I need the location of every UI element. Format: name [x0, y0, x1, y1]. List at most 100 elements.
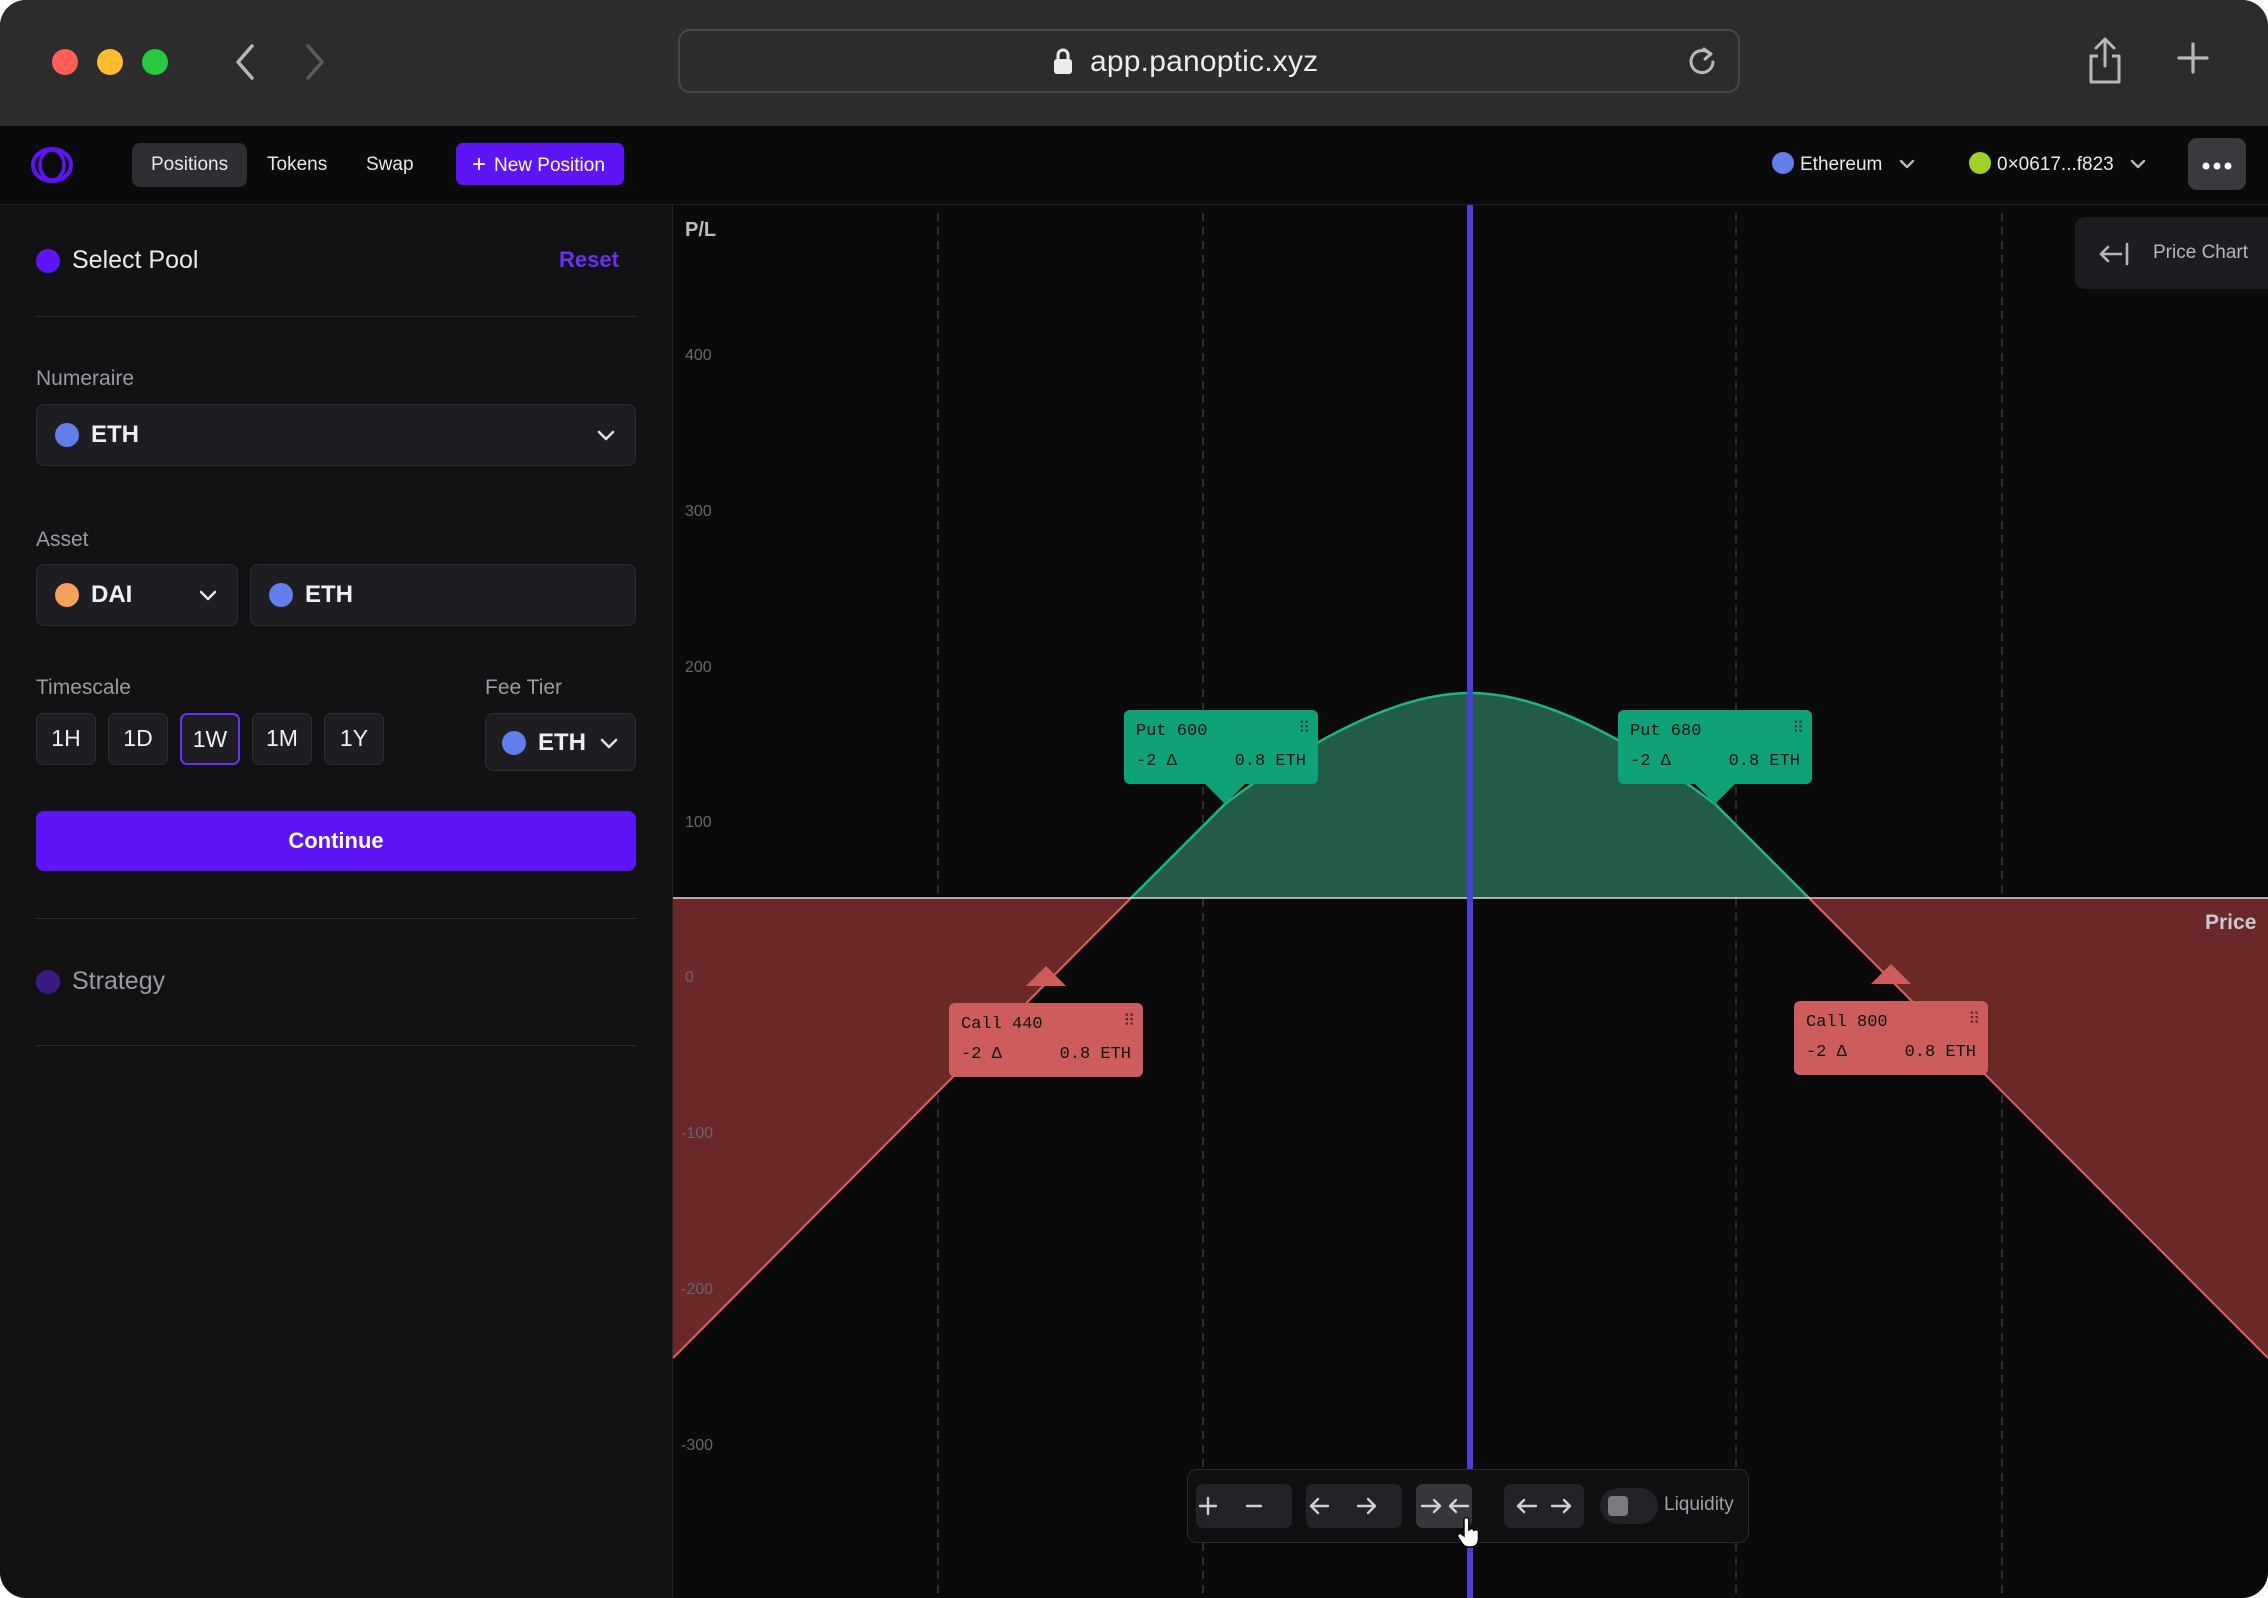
asset-a-value: DAI: [91, 581, 133, 608]
timescale-1d-button[interactable]: 1D: [108, 713, 168, 765]
forward-arrow-icon[interactable]: [294, 40, 334, 84]
fee-tier-label: Fee Tier: [485, 676, 563, 699]
asset-b-field[interactable]: ETH: [250, 564, 636, 626]
liquidity-label: Liquidity: [1664, 1494, 1734, 1515]
divider: [36, 316, 636, 317]
step-indicator-active: [36, 249, 60, 273]
leg-size: 0.8 ETH: [1904, 1043, 1976, 1062]
y-axis-label: P/L: [685, 219, 717, 241]
y-tick-label: -100: [681, 1125, 714, 1142]
chevron-down-icon: [600, 738, 618, 749]
timescale-1y-button[interactable]: 1Y: [324, 713, 384, 765]
dai-coin-icon: [55, 583, 79, 607]
numeraire-label: Numeraire: [36, 367, 135, 390]
back-arrow-icon[interactable]: [226, 40, 266, 84]
pan-right-icon[interactable]: [1354, 1484, 1400, 1528]
drag-handle-icon[interactable]: ⠿: [1123, 1011, 1135, 1030]
leg-title: Put 600: [1136, 722, 1208, 741]
divider: [36, 1045, 636, 1046]
reset-button[interactable]: Reset: [559, 247, 619, 273]
y-tick-label: -200: [681, 1281, 714, 1298]
ethereum-icon: [1772, 151, 1794, 174]
leg-size: 0.8 ETH: [1059, 1045, 1131, 1064]
new-tab-icon[interactable]: [2175, 40, 2211, 81]
network-label: Ethereum: [1800, 154, 1883, 175]
chevron-down-icon: [199, 590, 217, 601]
position-builder-panel: Select Pool Reset Numeraire ETH Asset DA…: [0, 205, 673, 1598]
eth-coin-icon: [55, 423, 79, 447]
divider: [36, 918, 636, 919]
zoom-in-icon[interactable]: [1198, 1484, 1244, 1528]
more-options-button[interactable]: [2188, 138, 2246, 190]
leg-delta: -2 Δ: [1136, 752, 1177, 771]
liquidity-toggle[interactable]: [1600, 1488, 1658, 1524]
pan-left-icon[interactable]: [1308, 1484, 1354, 1528]
y-tick-label: 400: [685, 347, 712, 364]
network-selector[interactable]: Ethereum: [1772, 143, 1916, 187]
leg-title: Call 440: [961, 1015, 1043, 1034]
leg-delta: -2 Δ: [961, 1045, 1002, 1064]
leg-tag-call-800[interactable]: Call 800 ⠿ -2 Δ 0.8 ETH: [1794, 1001, 1988, 1075]
drag-handle-icon[interactable]: ⠿: [1298, 718, 1310, 737]
numeraire-value: ETH: [91, 421, 139, 448]
y-tick-label: 300: [685, 503, 712, 520]
ellipsis-icon: [2202, 162, 2232, 170]
plus-icon: +: [472, 151, 487, 178]
step-indicator-inactive: [36, 970, 60, 994]
eth-coin-icon: [502, 731, 526, 755]
eth-coin-icon: [269, 583, 293, 607]
asset-a-select[interactable]: DAI: [36, 564, 238, 626]
minimize-window-button[interactable]: [97, 49, 123, 75]
chevron-down-icon: [1899, 159, 1914, 169]
drag-handle-icon[interactable]: ⠿: [1792, 718, 1804, 737]
expand-button[interactable]: [1504, 1484, 1584, 1528]
tab-tokens[interactable]: Tokens: [248, 143, 346, 187]
wallet-avatar: [1969, 151, 1991, 174]
leg-delta: -2 Δ: [1630, 752, 1671, 771]
price-chart-label: Price Chart: [2153, 242, 2249, 263]
fee-tier-value: ETH: [538, 729, 586, 756]
asset-label: Asset: [36, 528, 89, 551]
new-position-label: New Position: [494, 155, 605, 176]
url-text: app.panoptic.xyz: [1090, 45, 1319, 78]
leg-tag-put-600[interactable]: Put 600 ⠿ -2 Δ 0.8 ETH: [1124, 710, 1318, 784]
reload-icon[interactable]: [1686, 45, 1718, 82]
panoptic-logo-icon[interactable]: [28, 143, 76, 192]
zoom-group: [1196, 1484, 1292, 1528]
timescale-1m-button[interactable]: 1M: [252, 713, 312, 765]
timescale-label: Timescale: [36, 676, 131, 699]
timescale-1w-button[interactable]: 1W: [180, 713, 240, 765]
tab-positions[interactable]: Positions: [132, 143, 248, 187]
drag-handle-icon[interactable]: ⠿: [1968, 1009, 1980, 1028]
wallet-selector[interactable]: 0×0617...f823: [1969, 143, 2147, 187]
hand-cursor-icon: [1456, 1517, 1480, 1548]
app-navbar: Positions Tokens Swap + New Position Ethe…: [0, 127, 2268, 205]
y-tick-label: -300: [681, 1437, 714, 1454]
y-tick-label: 200: [685, 659, 712, 676]
maximize-window-button[interactable]: [142, 49, 168, 75]
payoff-chart-svg: [673, 205, 2268, 1598]
current-price-line[interactable]: [1467, 205, 1473, 1598]
share-icon[interactable]: [2085, 36, 2125, 91]
toggle-knob: [1608, 1496, 1628, 1516]
leg-title: Call 800: [1806, 1013, 1888, 1032]
new-position-button[interactable]: + New Position: [456, 143, 624, 185]
address-bar[interactable]: app.panoptic.xyz: [678, 29, 1740, 93]
tab-swap[interactable]: Swap: [347, 143, 433, 187]
leg-tag-call-440[interactable]: Call 440 ⠿ -2 Δ 0.8 ETH: [949, 1003, 1143, 1077]
wallet-address: 0×0617...f823: [1997, 154, 2114, 175]
leg-title: Put 680: [1630, 722, 1702, 741]
numeraire-select[interactable]: ETH: [36, 404, 636, 466]
payoff-chart[interactable]: P/L 400 300 200 100 0 -100 -200 -300 Pri…: [673, 205, 2268, 1598]
price-chart-button[interactable]: Price Chart: [2075, 217, 2268, 289]
browser-toolbar: app.panoptic.xyz: [0, 0, 2268, 127]
continue-button[interactable]: Continue: [36, 811, 636, 871]
close-window-button[interactable]: [52, 49, 78, 75]
timescale-1h-button[interactable]: 1H: [36, 713, 96, 765]
zoom-out-icon[interactable]: [1244, 1484, 1290, 1528]
chevron-down-icon: [597, 430, 615, 441]
asset-b-value: ETH: [305, 581, 353, 608]
strategy-heading: Strategy: [72, 967, 166, 995]
fee-tier-select[interactable]: ETH: [485, 713, 636, 771]
leg-tag-put-680[interactable]: Put 680 ⠿ -2 Δ 0.8 ETH: [1618, 710, 1812, 784]
